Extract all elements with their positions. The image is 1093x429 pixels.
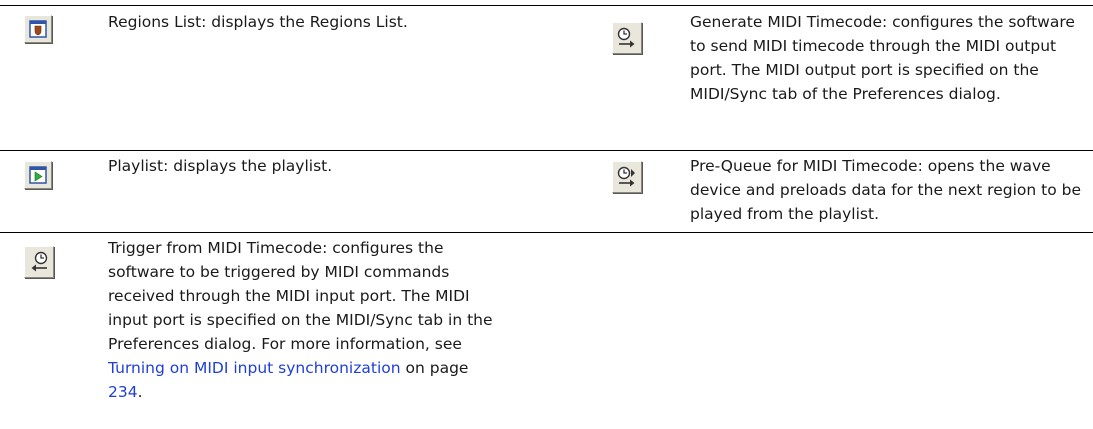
playlist-button[interactable] — [24, 161, 52, 189]
regions-list-button[interactable] — [24, 15, 52, 43]
pre-queue-midi-timecode-icon — [617, 166, 635, 187]
trigger-text-before: Trigger from MIDI Timecode: configures t… — [108, 239, 493, 353]
playlist-icon — [29, 166, 47, 184]
pre-queue-midi-timecode-description: Pre-Queue for MIDI Timecode: opens the w… — [690, 157, 1081, 223]
regions-list-description: Regions List: displays the Regions List. — [108, 13, 408, 31]
trigger-text-middle: on page — [405, 359, 469, 377]
regions-list-icon — [29, 20, 47, 38]
trigger-text-after: . — [137, 383, 143, 401]
playlist-description: Playlist: displays the playlist. — [108, 157, 333, 175]
generate-midi-timecode-icon — [617, 27, 635, 48]
generate-midi-timecode-description: Generate MIDI Timecode: configures the s… — [690, 13, 1075, 103]
table-rule-top — [0, 5, 1093, 6]
pre-queue-midi-timecode-button[interactable] — [612, 161, 642, 193]
generate-midi-timecode-button[interactable] — [612, 22, 642, 54]
table-rule-row2 — [0, 232, 1093, 233]
trigger-midi-timecode-description: Trigger from MIDI Timecode: configures t… — [108, 236, 498, 404]
trigger-midi-timecode-icon — [31, 251, 48, 272]
midi-input-sync-link[interactable]: Turning on MIDI input synchronization — [108, 359, 401, 377]
trigger-midi-timecode-button[interactable] — [24, 246, 54, 278]
page-number-link[interactable]: 234 — [108, 383, 138, 401]
table-rule-row1 — [0, 150, 1093, 151]
